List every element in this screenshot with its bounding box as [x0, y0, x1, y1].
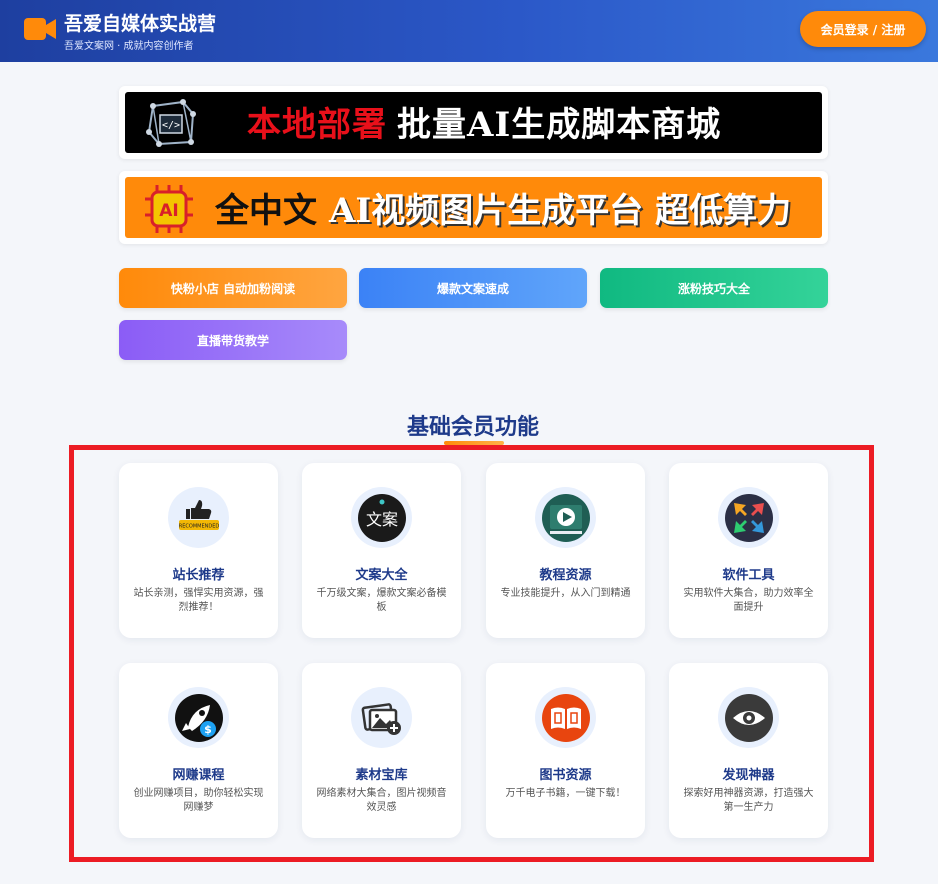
card-description: 实用软件大集合，助力效率全面提升 [683, 588, 814, 613]
arrows-in-icon [718, 487, 779, 548]
card-title: 文案大全 [355, 568, 408, 583]
image-add-icon [351, 687, 412, 748]
card-description: 创业网赚项目，助你轻松实现网赚梦 [133, 788, 264, 813]
card-description: 站长亲测，强悍实用资源，强烈推荐！ [133, 588, 264, 613]
feature-card-copywriting[interactable]: 文案 文案大全 千万级文案，爆款文案必备模板 [302, 463, 461, 638]
card-description: 专业技能提升，从入门到精通 [500, 588, 631, 599]
banner-headline: 全中文 AI视频图片生成平台 超低算力 [215, 191, 792, 231]
quick-link-viral-copywriting[interactable]: 爆款文案速成 [359, 268, 587, 308]
banner-image: AI 全中文 AI视频图片生成平台 超低算力 [125, 177, 822, 238]
card-description: 网络素材大集合，图片视频音效灵感 [316, 788, 447, 813]
feature-card-discover-tools[interactable]: 发现神器 探索好用神器资源，打造强大第一生产力 [669, 663, 828, 838]
feature-card-webmaster-picks[interactable]: RECOMMENDED 站长推荐 站长亲测，强悍实用资源，强烈推荐！ [119, 463, 278, 638]
card-title: 发现神器 [722, 768, 775, 783]
card-title: 软件工具 [722, 568, 775, 583]
rocket-dollar-icon: $ [168, 687, 229, 748]
card-description: 千万级文案，爆款文案必备模板 [316, 588, 447, 613]
svg-text:AI: AI [159, 201, 178, 221]
promo-banner-ai-video[interactable]: AI 全中文 AI视频图片生成平台 超低算力 [119, 171, 828, 244]
login-register-button[interactable]: 会员登录 / 注册 [800, 11, 926, 47]
card-description: 探索好用神器资源，打造强大第一生产力 [683, 788, 814, 813]
wenan-text-icon: 文案 [351, 487, 412, 548]
thumbs-up-icon: RECOMMENDED [168, 487, 229, 548]
svg-text:</>: </> [162, 120, 180, 131]
feature-card-online-earning[interactable]: $ 网赚课程 创业网赚项目，助你轻松实现网赚梦 [119, 663, 278, 838]
feature-card-books[interactable]: 图书资源 万千电子书籍，一键下载！ [486, 663, 645, 838]
svg-text:文案: 文案 [365, 510, 397, 529]
feature-card-tutorials[interactable]: 教程资源 专业技能提升，从入门到精通 [486, 463, 645, 638]
svg-text:RECOMMENDED: RECOMMENDED [178, 523, 219, 529]
card-title: 图书资源 [539, 768, 592, 783]
feature-card-asset-library[interactable]: 素材宝库 网络素材大集合，图片视频音效灵感 [302, 663, 461, 838]
quick-link-kuaifen-shop[interactable]: 快粉小店 自动加粉阅读 [119, 268, 347, 308]
section-title: 基础会员功能 [406, 415, 539, 440]
quick-link-follower-tips[interactable]: 涨粉技巧大全 [600, 268, 828, 308]
banner-headline: 本地部署 批量AI生成脚本商城 [247, 105, 722, 145]
play-board-icon [535, 487, 596, 548]
banner-image: </> 本地部署 批量AI生成脚本商城 [125, 92, 822, 153]
promo-banner-scripts[interactable]: </> 本地部署 批量AI生成脚本商城 [119, 86, 828, 159]
feature-card-software-tools[interactable]: 软件工具 实用软件大集合，助力效率全面提升 [669, 463, 828, 638]
open-book-icon [535, 687, 596, 748]
card-title: 站长推荐 [172, 568, 225, 583]
code-cube-icon: </> [143, 98, 199, 152]
card-title: 教程资源 [539, 568, 592, 583]
eye-icon [718, 687, 779, 748]
video-camera-icon[interactable] [22, 15, 58, 47]
card-title: 素材宝库 [355, 768, 408, 783]
card-description: 万千电子书籍，一键下载！ [505, 788, 626, 799]
ai-chip-icon: AI [143, 183, 195, 238]
site-header: 吾爱自媒体实战营 吾爱文案网 · 成就内容创作者 会员登录 / 注册 [0, 0, 938, 62]
card-title: 网赚课程 [172, 768, 225, 783]
quick-link-live-selling[interactable]: 直播带货教学 [119, 320, 347, 360]
brand-title[interactable]: 吾爱自媒体实战营 [64, 9, 216, 36]
svg-text:$: $ [204, 723, 212, 736]
brand-subtitle: 吾爱文案网 · 成就内容创作者 [64, 41, 194, 52]
